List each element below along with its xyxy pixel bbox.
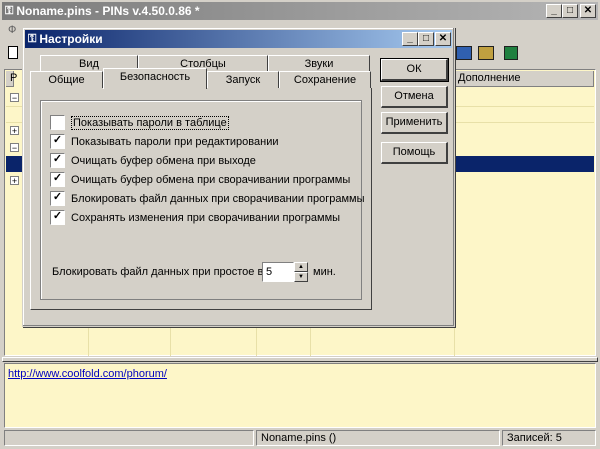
tree-toggle-glyph: −	[11, 143, 18, 153]
lock-idle-value: 5	[266, 266, 273, 278]
lock-idle-unit: мин.	[313, 266, 336, 278]
option-clear-clipboard-minimize[interactable]: ✓ Очищать буфер обмена при сворачивании …	[50, 170, 365, 189]
tab-saving[interactable]: Сохранение	[279, 71, 371, 88]
checkbox-lock-file-minimize[interactable]: ✓	[50, 191, 65, 206]
column-header-addition[interactable]: Дополнение	[454, 71, 594, 87]
tab-view-label: Вид	[79, 58, 99, 70]
tree-toggle-glyph: +	[11, 126, 18, 136]
option-clear-clipboard-exit[interactable]: ✓ Очищать буфер обмена при выходе	[50, 151, 365, 170]
tree-toggle-glyph: +	[11, 176, 18, 186]
option-label: Сохранять изменения при сворачивании про…	[71, 211, 341, 224]
option-label: Показывать пароли при редактировании	[71, 135, 279, 148]
check-mark-icon: ✓	[52, 191, 63, 203]
tab-startup-label: Запуск	[225, 74, 261, 86]
cancel-button-label: Отмена	[394, 90, 434, 102]
options-list: Показывать пароли в таблице ✓ Показывать…	[50, 113, 365, 227]
dialog-close-button[interactable]: ✕	[435, 32, 451, 46]
apply-button-label: Применить	[385, 116, 443, 128]
option-show-passwords-edit[interactable]: ✓ Показывать пароли при редактировании	[50, 132, 365, 151]
ok-button[interactable]: ОК	[380, 58, 449, 82]
status-file: Noname.pins ()	[261, 432, 337, 444]
menu-bar: Ф	[8, 24, 16, 38]
main-maximize-button[interactable]: □	[562, 4, 578, 18]
option-label: Блокировать файл данных при сворачивании…	[71, 192, 365, 205]
column-header-first-label: Р	[10, 72, 18, 84]
tree-toggle[interactable]: −	[10, 93, 19, 103]
main-window-title: Noname.pins - PINs v.4.50.0.86 *	[16, 4, 200, 18]
tree-toggle[interactable]: −	[10, 143, 19, 153]
tree-toggle[interactable]: +	[10, 126, 19, 136]
dialog-maximize-button[interactable]: □	[418, 32, 434, 46]
option-lock-file-minimize[interactable]: ✓ Блокировать файл данных при сворачиван…	[50, 189, 365, 208]
check-mark-icon: ✓	[52, 153, 63, 165]
checkbox-show-passwords-edit[interactable]: ✓	[50, 134, 65, 149]
exit-icon[interactable]	[504, 46, 518, 60]
app-key-icon: ⚿	[5, 4, 14, 17]
dialog-title-bar: ⚿ Настройки	[25, 30, 452, 48]
tab-saving-label: Сохранение	[293, 74, 357, 86]
check-mark-icon: ✓	[52, 210, 63, 222]
check-mark-icon: ✓	[52, 134, 63, 146]
ok-button-label: ОК	[406, 63, 422, 75]
lock-idle-input[interactable]: 5	[262, 262, 294, 282]
spin-up-button[interactable]: ▲	[294, 262, 308, 272]
apply-button[interactable]: Применить	[381, 112, 448, 134]
option-show-passwords-table[interactable]: Показывать пароли в таблице	[50, 113, 365, 132]
checkbox-show-passwords-table[interactable]	[50, 115, 65, 130]
tab-security-label: Безопасность	[119, 71, 191, 83]
option-save-changes-minimize[interactable]: ✓ Сохранять изменения при сворачивании п…	[50, 208, 365, 227]
status-panel-left	[4, 430, 254, 446]
network-icon[interactable]	[456, 46, 472, 60]
dialog-key-icon: ⚿	[28, 32, 37, 45]
tab-general-label: Общие	[48, 74, 85, 86]
tab-sounds[interactable]: Звуки	[268, 55, 370, 72]
option-label: Показывать пароли в таблице	[71, 115, 229, 130]
forum-link[interactable]: http://www.coolfold.com/phorum/	[8, 368, 167, 380]
option-label: Очищать буфер обмена при выходе	[71, 154, 256, 167]
tab-general[interactable]: Общие	[30, 71, 103, 88]
column-header-first[interactable]: Р	[6, 71, 18, 87]
main-close-button[interactable]: ✕	[580, 4, 596, 18]
tab-startup[interactable]: Запуск	[207, 71, 279, 88]
dialog-minimize-button[interactable]: _	[402, 32, 418, 46]
column-header-addition-label: Дополнение	[458, 72, 521, 84]
lock-idle-label: Блокировать файл данных при простое в	[52, 266, 264, 278]
help-button[interactable]: Помощь	[381, 142, 448, 164]
dialog-title: Настройки	[39, 32, 103, 46]
settings-icon[interactable]	[478, 46, 494, 60]
tab-security[interactable]: Безопасность	[103, 68, 207, 89]
option-label: Очищать буфер обмена при сворачивании пр…	[71, 173, 351, 186]
status-panel-file: Noname.pins ()	[256, 430, 500, 446]
splitter[interactable]	[2, 357, 598, 362]
check-mark-icon: ✓	[52, 172, 63, 184]
tree-toggle[interactable]: +	[10, 176, 19, 186]
status-records: Записей: 5	[507, 432, 562, 444]
checkbox-clear-clipboard-minimize[interactable]: ✓	[50, 172, 65, 187]
tab-sounds-label: Звуки	[304, 58, 334, 70]
tree-toggle-glyph: −	[11, 93, 18, 103]
checkbox-save-changes-minimize[interactable]: ✓	[50, 210, 65, 225]
checkbox-clear-clipboard-exit[interactable]: ✓	[50, 153, 65, 168]
main-minimize-button[interactable]: _	[546, 4, 562, 18]
cancel-button[interactable]: Отмена	[381, 86, 448, 108]
help-button-label: Помощь	[392, 146, 436, 158]
menu-file[interactable]: Ф	[8, 24, 16, 36]
main-title-bar: ⚿ Noname.pins - PINs v.4.50.0.86 *	[2, 2, 598, 20]
status-panel-records: Записей: 5	[502, 430, 596, 446]
new-file-icon[interactable]	[8, 46, 18, 59]
spin-down-button[interactable]: ▼	[294, 272, 308, 282]
